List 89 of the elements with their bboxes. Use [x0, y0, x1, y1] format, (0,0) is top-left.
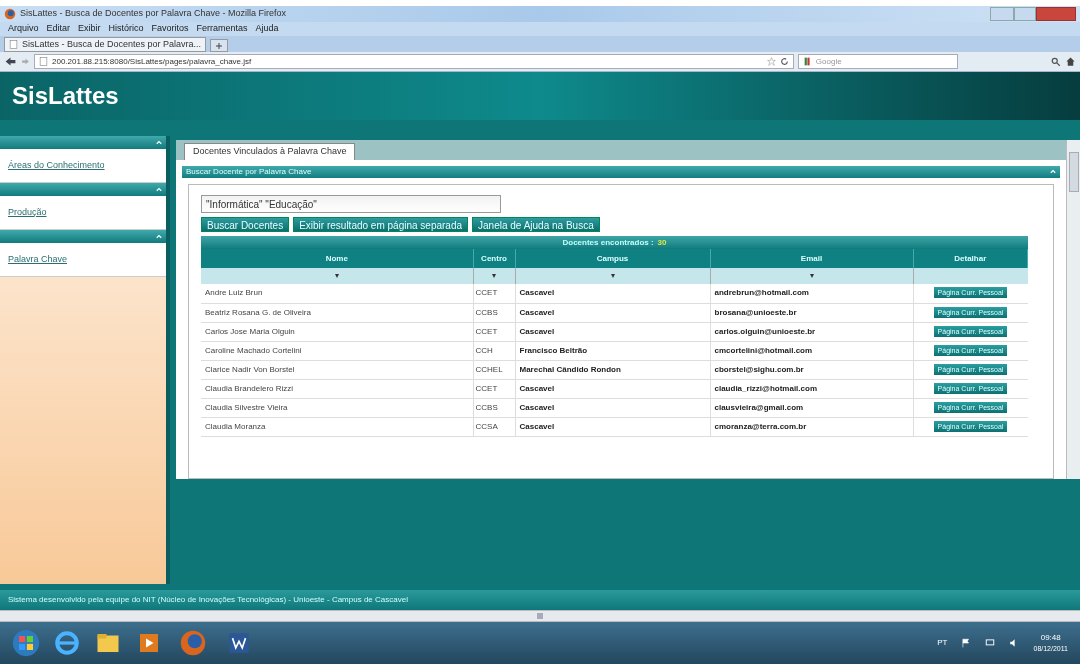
table-cell: CCET — [473, 322, 515, 341]
table-cell: CCBS — [473, 303, 515, 322]
star-icon — [767, 57, 776, 66]
vertical-scrollbar[interactable] — [1066, 140, 1080, 479]
menu-item[interactable]: Arquivo — [8, 22, 39, 36]
page-icon — [9, 40, 18, 49]
table-cell: Francisco Beltrão — [515, 341, 710, 360]
search-icon — [1051, 56, 1061, 67]
content-tab[interactable]: Docentes Vinculados à Palavra Chave — [184, 143, 356, 160]
menu-item[interactable]: Editar — [46, 22, 71, 36]
footer-text: Sistema desenvolvido pela equipe do NIT (Núcleo de Inovações Tecnológicas) - Unioeste - Campus de Cascavel — [8, 594, 408, 606]
action-button[interactable]: Buscar Docentes — [201, 217, 290, 232]
filter-dropdown[interactable]: ▾ — [492, 271, 496, 280]
table-cell: carlos.olguin@unioeste.br — [710, 322, 913, 341]
table-cell: Beatriz Rosana G. de Oliveira — [201, 303, 473, 322]
table-cell: Claudia Silvestre Vieira — [201, 398, 473, 417]
table-cell: Cascavel — [515, 379, 710, 398]
collapse-icon — [156, 186, 162, 193]
table-cell: Cascavel — [515, 398, 710, 417]
language-indicator: PT — [937, 637, 948, 649]
home-icon — [1065, 56, 1076, 67]
table-cell: CCBS — [473, 398, 515, 417]
table-cell: CCH — [473, 341, 515, 360]
table-cell: cmoranza@terra.com.br — [710, 417, 913, 436]
table-cell: Cascavel — [515, 417, 710, 436]
action-button[interactable]: Exibir resultado em página separada — [293, 217, 469, 232]
table-cell: CCET — [473, 284, 515, 303]
action-button[interactable]: Janela de Ajuda na Busca — [472, 217, 600, 232]
filter-dropdown[interactable]: ▾ — [334, 271, 339, 280]
sidebar-link[interactable]: Produção — [8, 205, 47, 220]
page-icon — [39, 57, 48, 66]
filter-dropdown[interactable]: ▾ — [809, 271, 814, 280]
table-cell: Cascavel — [515, 303, 710, 322]
table-cell: CCHEL — [473, 360, 515, 379]
table-cell: clausvieira@gmail.com — [710, 398, 913, 417]
sidebar-link[interactable]: Palavra Chave — [8, 252, 68, 267]
table-cell: Cascavel — [515, 322, 710, 341]
table-cell: CCSA — [473, 417, 515, 436]
menu-item[interactable]: Histórico — [108, 22, 144, 36]
table-cell: cmcortelini@hotmail.com — [710, 341, 913, 360]
table-cell: brosana@unioeste.br — [710, 303, 913, 322]
table-cell: claudia_rizzi@hotmail.com — [710, 379, 913, 398]
search-input[interactable]: Google — [815, 55, 953, 68]
table-cell: CCET — [473, 379, 515, 398]
table-cell: Claudia Moranza — [201, 417, 473, 436]
back-arrow-icon — [4, 55, 17, 68]
forward-arrow-icon — [21, 57, 30, 66]
maximize-button[interactable] — [1014, 7, 1036, 21]
flag-icon — [961, 638, 972, 648]
collapse-icon — [1050, 169, 1056, 175]
window-title: SisLattes - Busca de Docentes por Palavra Chave - Mozilla Firefox — [20, 7, 287, 21]
horizontal-scrollbar[interactable] — [0, 610, 1080, 622]
minimize-button[interactable] — [990, 7, 1014, 21]
panel-header: Buscar Docente por Palavra Chave — [182, 166, 1060, 178]
browser-tab[interactable]: SisLattes - Busca de Docentes por Palavra... — [4, 37, 207, 52]
table-cell: Andre Luiz Brun — [201, 284, 473, 303]
table-cell: Cascavel — [515, 284, 710, 303]
menu-item[interactable]: Ferramentas — [196, 22, 248, 36]
browser-icon — [54, 630, 80, 656]
new-tab-button[interactable] — [210, 39, 229, 52]
clock-time: 09:48 — [1040, 631, 1061, 644]
menu-item[interactable]: Favoritos — [151, 22, 189, 36]
network-icon — [985, 638, 996, 648]
filter-dropdown[interactable]: ▾ — [610, 271, 615, 280]
table-cell: Carlos Jose Maria Olguin — [201, 322, 473, 341]
close-button[interactable] — [1036, 7, 1076, 21]
sidebar-section-bar[interactable] — [0, 183, 166, 196]
app-title: SisLattes — [12, 81, 119, 111]
results-count: 30 — [657, 236, 667, 249]
reload-icon — [780, 57, 789, 66]
search-engine-icon — [803, 57, 812, 66]
sidebar-section-bar[interactable] — [0, 136, 166, 149]
table-cell: andrebrun@hotmail.com — [710, 284, 913, 303]
collapse-icon — [156, 233, 162, 240]
plus-icon — [215, 41, 224, 50]
menu-item[interactable]: Ajuda — [255, 22, 279, 36]
keyword-field[interactable]: "Informática" "Educação" — [201, 195, 501, 213]
table-cell: cborstel@sighu.com.br — [710, 360, 913, 379]
table-cell: Clarice Nadir Von Borstel — [201, 360, 473, 379]
collapse-icon — [156, 139, 162, 146]
menu-item[interactable]: Exibir — [78, 22, 101, 36]
table-cell: Claudia Brandelero Rizzi — [201, 379, 473, 398]
sidebar-section-bar[interactable] — [0, 230, 166, 243]
address-bar[interactable]: 200.201.88.215:8080/SisLattes/pages/palavra_chave.jsf — [34, 54, 794, 69]
table-cell: Caroline Machado Cortelini — [201, 341, 473, 360]
results-bar: Docentes encontrados : 30 — [201, 236, 1028, 249]
search-box[interactable]: Google — [798, 54, 958, 69]
start-button-icon — [12, 629, 40, 657]
table-cell: Marechal Cândido Rondon — [515, 360, 710, 379]
